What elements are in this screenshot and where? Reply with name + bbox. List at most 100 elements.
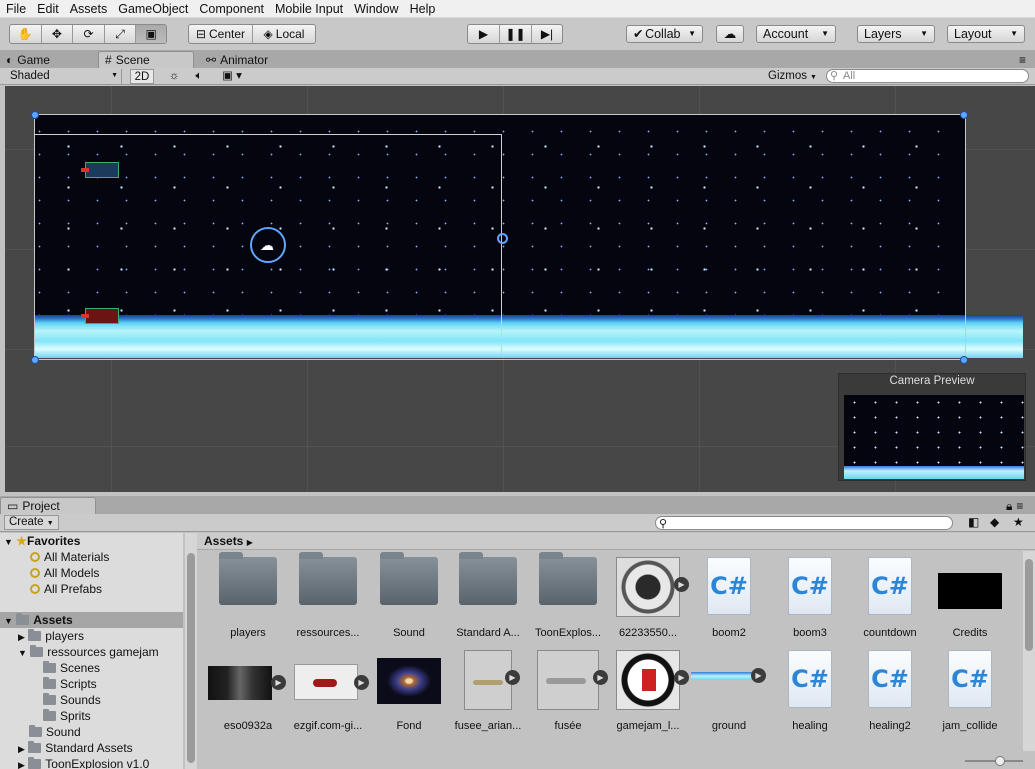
account-dropdown[interactable]: Account ▼ — [756, 25, 836, 43]
tree-scrollbar[interactable] — [185, 533, 197, 769]
lighting-toggle[interactable]: ☼ — [164, 69, 184, 84]
move-tool-button[interactable]: ✥ — [42, 25, 74, 43]
scrollbar-thumb[interactable] — [187, 553, 195, 763]
tree-favorites[interactable]: ▼ ★Favorites — [0, 533, 183, 549]
play-icon[interactable]: ▶ — [505, 670, 520, 685]
favorite-button[interactable]: ★ — [1013, 515, 1024, 529]
tree-sound[interactable]: Sound — [0, 724, 183, 740]
play-icon[interactable]: ▶ — [593, 670, 608, 685]
filter-label-button[interactable]: ◆ — [990, 515, 999, 529]
hand-tool-button[interactable]: ✋ — [10, 25, 42, 43]
asset-jam-collide[interactable]: C# jam_collide — [930, 646, 1010, 732]
tree-players[interactable]: ▶ players — [0, 628, 183, 644]
tree-all-models[interactable]: All Models — [0, 565, 183, 581]
filter-type-button[interactable]: ◧ — [968, 515, 979, 529]
scene-view[interactable]: ☁ Camera Preview — [5, 86, 1035, 492]
breadcrumb-assets[interactable]: Assets — [204, 534, 243, 548]
asset-gamejam-logo[interactable]: ▶ gamejam_l... — [608, 646, 689, 732]
menu-edit[interactable]: Edit — [31, 0, 64, 18]
asset-credits[interactable]: Credits — [930, 553, 1010, 639]
tree-standard-assets[interactable]: ▶ Standard Assets — [0, 740, 183, 756]
asset-ground[interactable]: ▶ ground — [689, 646, 769, 732]
scene-search-input[interactable]: ⚲ All — [826, 69, 1029, 83]
tree-sounds[interactable]: Sounds — [0, 692, 183, 708]
menu-window[interactable]: Window — [348, 0, 403, 18]
asset-fond[interactable]: Fond — [369, 646, 449, 732]
menu-file[interactable]: File — [0, 0, 31, 18]
tab-project[interactable]: ▭ Project — [0, 497, 96, 514]
audio-toggle[interactable]: 🔈︎ — [188, 69, 210, 84]
slider-knob[interactable] — [995, 756, 1005, 766]
play-icon[interactable]: ▶ — [271, 675, 286, 690]
layers-dropdown[interactable]: Layers ▼ — [857, 25, 935, 43]
collab-dropdown[interactable]: ✔ Collab ▼ — [626, 25, 703, 43]
tree-toonexplosion[interactable]: ▶ ToonExplosion v1.0 — [0, 756, 183, 769]
scale-tool-button[interactable]: ⤢ — [105, 25, 137, 43]
toggle-2d-button[interactable]: 2D — [130, 69, 154, 84]
pivot-local-button[interactable]: ◈ Local — [253, 25, 315, 43]
scrollbar-thumb[interactable] — [1025, 559, 1033, 651]
tab-game[interactable]: ◐ Game — [0, 51, 95, 68]
tree-sprits[interactable]: Sprits — [0, 708, 183, 724]
tree-scenes[interactable]: Scenes — [0, 660, 183, 676]
asset-fusee[interactable]: ▶ fusée — [528, 646, 608, 732]
asset-fusee-ariane[interactable]: ▶ fusee_arian... — [448, 646, 528, 732]
search-icon — [30, 584, 40, 594]
asset-62233550[interactable]: ▶ 62233550... — [608, 553, 689, 639]
asset-toonexplosion[interactable]: ToonExplos... — [528, 552, 608, 639]
tree-scripts[interactable]: Scripts — [0, 676, 183, 692]
tree-all-prefabs[interactable]: All Prefabs — [0, 581, 183, 597]
menu-gameobject[interactable]: GameObject — [112, 0, 193, 18]
pivot-center-button[interactable]: ⊟ Center — [189, 25, 253, 43]
camera-gizmo[interactable]: ☁ — [250, 227, 286, 263]
panel-menu-button[interactable]: ≡ — [1013, 51, 1033, 68]
play-icon[interactable]: ▶ — [674, 670, 689, 685]
create-dropdown[interactable]: Create ▼ — [4, 515, 59, 530]
cloud-button[interactable]: ☁ — [716, 25, 744, 43]
tree-ressources-gamejam[interactable]: ▼ ressources gamejam — [0, 644, 183, 660]
rotate-tool-button[interactable]: ⟳ — [73, 25, 105, 43]
menu-help[interactable]: Help — [404, 0, 441, 18]
rect-handle[interactable] — [960, 111, 968, 119]
asset-sound[interactable]: Sound — [369, 552, 449, 639]
play-icon[interactable]: ▶ — [354, 675, 369, 690]
project-panel-menu[interactable]: 🔒︎ ≡ — [1000, 497, 1034, 514]
layout-dropdown[interactable]: Layout ▼ — [947, 25, 1025, 43]
asset-boom2[interactable]: C# boom2 — [689, 553, 769, 639]
asset-boom3[interactable]: C# boom3 — [770, 553, 850, 639]
asset-ezgif[interactable]: ▶ ezgif.com-gi... — [288, 646, 369, 732]
player-ship-bottom[interactable] — [81, 308, 119, 324]
asset-ressources[interactable]: ressources... — [288, 552, 368, 639]
asset-eso0932a[interactable]: ▶ eso0932a — [208, 646, 288, 732]
tree-assets[interactable]: ▼ Assets — [0, 612, 183, 628]
tab-scene[interactable]: # Scene — [98, 51, 194, 68]
play-icon[interactable]: ▶ — [751, 668, 766, 683]
project-search-input[interactable]: ⚲ — [655, 516, 953, 530]
menu-component[interactable]: Component — [193, 0, 269, 18]
pause-button[interactable]: ❚❚ — [500, 25, 532, 43]
rect-handle[interactable] — [960, 356, 968, 364]
asset-healing2[interactable]: C# healing2 — [850, 646, 930, 732]
tab-animator[interactable]: ⚯ Animator — [200, 51, 300, 68]
asset-grid-scrollbar[interactable] — [1023, 551, 1035, 751]
menu-mobile-input[interactable]: Mobile Input — [269, 0, 348, 18]
pivot-handle[interactable] — [497, 233, 508, 244]
shading-dropdown[interactable]: Shaded ▼ — [4, 69, 122, 84]
rect-tool-button[interactable]: ▣ — [136, 25, 166, 43]
effects-dropdown[interactable]: ▣ ▾ — [216, 69, 248, 84]
play-icon[interactable]: ▶ — [674, 577, 689, 592]
gizmos-dropdown[interactable]: Gizmos ▼ — [764, 69, 819, 84]
player-ship-top[interactable] — [81, 162, 119, 178]
asset-countdown[interactable]: C# countdown — [850, 553, 930, 639]
step-button[interactable]: ▶| — [532, 25, 562, 43]
rect-handle[interactable] — [31, 356, 39, 364]
asset-players[interactable]: players — [208, 552, 288, 639]
tree-all-materials[interactable]: All Materials — [0, 549, 183, 565]
folder-icon — [380, 552, 438, 605]
menu-assets[interactable]: Assets — [64, 0, 113, 18]
asset-healing[interactable]: C# healing — [770, 646, 850, 732]
thumbnail-size-slider[interactable] — [965, 756, 1023, 766]
rect-handle[interactable] — [31, 111, 39, 119]
asset-standard-assets[interactable]: Standard A... — [448, 552, 528, 639]
play-button[interactable]: ▶ — [468, 25, 500, 43]
